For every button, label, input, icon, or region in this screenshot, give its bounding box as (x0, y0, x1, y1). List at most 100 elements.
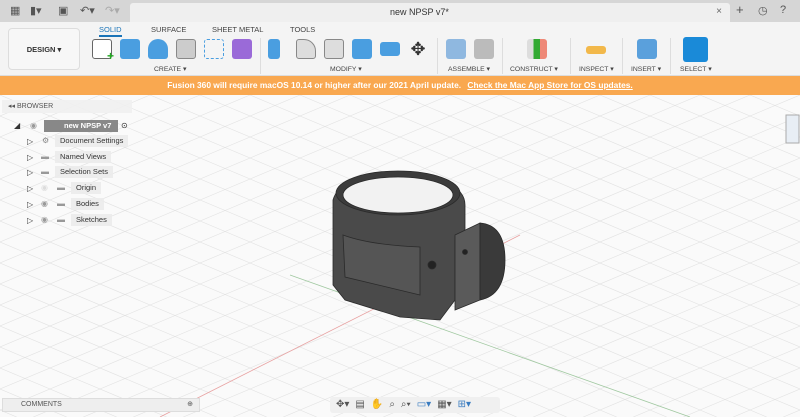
tab-solid[interactable]: SOLID (99, 25, 122, 37)
viewports-icon[interactable]: ⊞▾ (458, 397, 471, 413)
activate-icon[interactable]: ⊙ (121, 121, 128, 131)
divider (260, 38, 261, 74)
view-cube[interactable] (785, 114, 800, 144)
browser-root[interactable]: new NPSP v7 (44, 120, 118, 132)
expand-icon[interactable]: ▷ (27, 216, 33, 226)
pattern-icon[interactable] (204, 39, 224, 59)
create-sketch-icon[interactable]: + (92, 39, 114, 62)
grid-settings-icon[interactable]: ▦▾ (437, 397, 451, 413)
orbit-icon[interactable]: ✥▾ (336, 397, 349, 413)
browser-title: BROWSER (16, 103, 54, 110)
browser-header[interactable]: ◂◂ BROWSER (2, 100, 132, 113)
folder-icon: ▬ (41, 152, 49, 161)
zoom-icon[interactable]: ⌕ (389, 397, 395, 413)
plane-icon[interactable] (527, 39, 547, 59)
undo-icon[interactable]: ↶▾ (80, 4, 95, 17)
add-comment-icon[interactable]: ⊕ (187, 399, 193, 411)
folder-icon: ▬ (57, 183, 65, 192)
display-settings-icon[interactable]: ▭▾ (417, 397, 431, 413)
file-icon[interactable]: ▮▾ (30, 4, 42, 17)
tab-tools[interactable]: TOOLS (290, 25, 315, 34)
app-store-link[interactable]: Check the Mac App Store for OS updates. (467, 80, 632, 90)
help-icon[interactable]: ? (780, 4, 786, 16)
visibility-icon[interactable]: ◉ (30, 121, 37, 131)
select-menu[interactable]: SELECT ▾ (680, 65, 712, 73)
form-icon[interactable] (232, 39, 252, 59)
expand-root-icon[interactable]: ◢ (14, 121, 20, 131)
insert-menu[interactable]: INSERT ▾ (631, 65, 661, 73)
modify-menu[interactable]: MODIFY ▾ (330, 65, 362, 73)
browser-item-sketches[interactable]: Sketches (71, 214, 112, 226)
grid-line (233, 178, 800, 417)
folder-icon: ▬ (41, 167, 49, 176)
browser-item-named-views[interactable]: Named Views (55, 151, 112, 163)
gear-icon: ⚙ (42, 136, 50, 145)
comments-title: COMMENTS (21, 401, 62, 408)
divider (622, 38, 623, 74)
grid-line (683, 367, 800, 417)
as-built-joint-icon[interactable] (474, 39, 494, 59)
save-icon[interactable]: ▣ (58, 4, 68, 17)
redo-icon[interactable]: ↷▾ (105, 4, 120, 17)
grid-line (783, 409, 800, 417)
collapse-icon[interactable]: ◂◂ (8, 103, 17, 110)
construct-menu[interactable]: CONSTRUCT ▾ (510, 65, 558, 73)
create-menu[interactable]: CREATE ▾ (154, 65, 186, 73)
document-title: new NPSP v7* (390, 7, 449, 17)
grid-line (533, 304, 800, 417)
browser-item-selection-sets[interactable]: Selection Sets (55, 166, 113, 178)
expand-icon[interactable]: ▷ (27, 153, 33, 163)
visibility-icon[interactable]: ◉ (41, 199, 48, 209)
workspace-dropdown[interactable]: DESIGN ▾ (8, 28, 80, 70)
split-icon[interactable] (380, 42, 400, 56)
divider (570, 38, 571, 74)
comments-panel[interactable]: COMMENTS ⊕ (2, 398, 200, 412)
hole-icon[interactable] (176, 39, 196, 59)
fit-icon[interactable]: ⌕▾ (401, 397, 411, 413)
folder-icon: ▬ (57, 199, 65, 208)
shell-icon[interactable] (324, 39, 344, 59)
visibility-icon[interactable]: ◉ (41, 215, 48, 225)
toolbar: DESIGN ▾ SOLID SURFACE SHEET METAL TOOLS… (0, 22, 800, 76)
document-tab[interactable]: new NPSP v7* × (130, 3, 730, 22)
3d-part (332, 170, 506, 321)
pan-icon[interactable]: ✋ (371, 397, 383, 413)
look-at-icon[interactable]: ▤ (355, 397, 364, 413)
select-icon[interactable] (683, 37, 708, 62)
new-tab-icon[interactable]: + (736, 2, 744, 17)
title-bar: ▦ ▮▾ ▣ ↶▾ ↷▾ new NPSP v7* × + ◷ ? (0, 0, 800, 22)
browser-item-document-settings[interactable]: Document Settings (55, 135, 129, 147)
banner-text: Fusion 360 will require macOS 10.14 or h… (167, 80, 462, 90)
grid-line (583, 325, 800, 417)
divider (437, 38, 438, 74)
expand-icon[interactable]: ▷ (27, 200, 33, 210)
browser-item-origin[interactable]: Origin (71, 182, 102, 194)
grid-icon[interactable]: ▦ (10, 4, 20, 17)
move-icon[interactable]: ✥ (408, 39, 428, 59)
expand-icon[interactable]: ▷ (27, 184, 33, 194)
divider (502, 38, 503, 74)
inspect-menu[interactable]: INSPECT ▾ (579, 65, 614, 73)
grid-line (633, 346, 800, 417)
tab-surface[interactable]: SURFACE (151, 25, 186, 34)
grid-line (483, 283, 800, 417)
clock-icon[interactable]: ◷ (758, 4, 768, 17)
measure-icon[interactable] (586, 46, 606, 54)
press-pull-icon[interactable] (268, 39, 280, 59)
grid-line (0, 157, 617, 417)
expand-icon[interactable]: ▷ (27, 137, 33, 147)
extrude-icon[interactable] (120, 39, 140, 59)
revolve-icon[interactable] (148, 39, 168, 59)
fillet-icon[interactable] (296, 39, 316, 59)
browser-item-bodies[interactable]: Bodies (71, 198, 104, 210)
combine-icon[interactable] (352, 39, 372, 59)
expand-icon[interactable]: ▷ (27, 168, 33, 178)
assemble-menu[interactable]: ASSEMBLE ▾ (448, 65, 490, 73)
insert-image-icon[interactable] (637, 39, 657, 59)
navigation-bar: ✥▾ ▤ ✋ ⌕ ⌕▾ ▭▾ ▦▾ ⊞▾ (330, 397, 500, 413)
joint-icon[interactable] (446, 39, 466, 59)
close-tab-button[interactable]: × (716, 6, 722, 17)
visibility-icon[interactable]: ◉ (41, 183, 48, 193)
grid-line (733, 388, 800, 417)
tab-sheet-metal[interactable]: SHEET METAL (212, 25, 263, 34)
